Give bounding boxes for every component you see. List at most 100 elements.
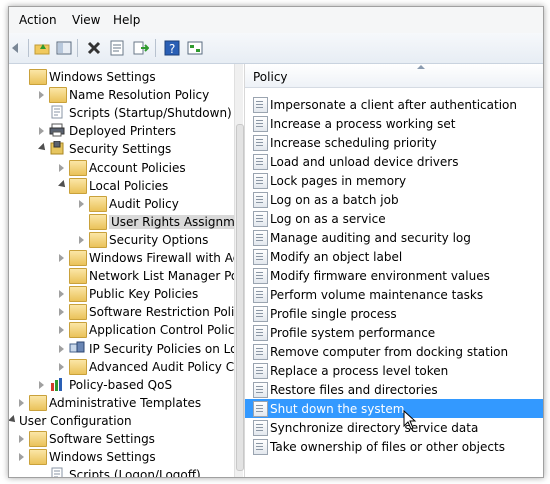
collapsed-arrow-icon[interactable] <box>59 362 64 371</box>
tree-item-label: Scripts (Logon/Logoff) <box>69 468 201 477</box>
expanded-arrow-icon[interactable] <box>9 414 18 425</box>
tree-item[interactable]: Network List Manager Polic <box>9 267 234 285</box>
tree-item[interactable]: User Configuration <box>9 412 234 430</box>
policy-row[interactable]: Restore files and directories <box>245 380 543 399</box>
collapsed-arrow-icon[interactable] <box>59 163 64 172</box>
show-hide-tree-icon[interactable] <box>56 40 72 56</box>
folder-icon <box>69 250 87 266</box>
tree-item[interactable]: IP Security Policies on Loca <box>9 340 234 358</box>
tree-item[interactable]: Scripts (Startup/Shutdown) <box>9 104 234 122</box>
tree-item-label: Deployed Printers <box>69 124 177 139</box>
tree-item[interactable]: Application Control Policies <box>9 321 234 339</box>
tree-item[interactable]: Account Policies <box>9 159 234 177</box>
policy-row[interactable]: Impersonate a client after authenticatio… <box>245 95 543 114</box>
policy-row[interactable]: Increase scheduling priority <box>245 133 543 152</box>
policy-row[interactable]: Lock pages in memory <box>245 171 543 190</box>
tree-item[interactable]: Windows Settings <box>9 68 234 86</box>
policy-name: Log on as a batch job <box>270 193 399 207</box>
export-list-icon[interactable] <box>133 40 149 56</box>
expanded-arrow-icon[interactable] <box>58 179 68 190</box>
policy-row[interactable]: Profile system performance <box>245 323 543 342</box>
collapsed-arrow-icon[interactable] <box>19 453 24 462</box>
tree-item[interactable]: Audit Policy <box>9 195 234 213</box>
help-icon[interactable]: ? <box>164 40 180 56</box>
policy-setting-icon <box>253 211 268 227</box>
console-tree-icon[interactable] <box>187 40 203 56</box>
policy-row[interactable]: Remove computer from docking station <box>245 342 543 361</box>
tree-item[interactable]: Security Options <box>9 231 234 249</box>
tree-item[interactable]: Administrative Templates <box>9 394 234 412</box>
collapsed-arrow-icon[interactable] <box>59 254 64 262</box>
folder-icon <box>69 286 87 303</box>
tree-item[interactable]: Deployed Printers <box>9 122 234 140</box>
tree-item-label: Advanced Audit Policy Con <box>89 359 235 374</box>
delete-icon[interactable] <box>86 40 102 56</box>
collapsed-arrow-icon[interactable] <box>59 290 64 299</box>
policy-row[interactable]: Modify an object label <box>245 247 543 266</box>
policy-row[interactable]: Synchronize directory service data <box>245 418 543 437</box>
tree-scrollbar[interactable] <box>234 64 244 477</box>
console-tree: Windows Settings Name Resolution Policy Sc… <box>9 64 235 477</box>
folder-icon <box>29 449 47 466</box>
tree-item[interactable]: Name Resolution Policy <box>9 86 234 104</box>
menu-view[interactable]: View <box>72 13 100 27</box>
tree-item[interactable]: User Rights Assignment <box>9 213 234 231</box>
collapsed-arrow-icon[interactable] <box>39 380 44 389</box>
policy-row[interactable]: Manage auditing and security log <box>245 228 543 247</box>
collapsed-arrow-icon[interactable] <box>59 308 64 317</box>
tree-item[interactable]: Software Restriction Policie <box>9 303 234 321</box>
policy-setting-icon <box>253 268 268 284</box>
collapsed-arrow-icon[interactable] <box>39 127 44 136</box>
tree-item[interactable]: Software Settings <box>9 430 234 448</box>
collapsed-arrow-icon[interactable] <box>19 435 24 443</box>
policy-row[interactable]: Perform volume maintenance tasks <box>245 285 543 304</box>
collapsed-arrow-icon[interactable] <box>59 344 64 353</box>
policy-row[interactable]: Modify firmware environment values <box>245 266 543 285</box>
menu-action[interactable]: Action <box>19 13 57 27</box>
tree-item[interactable]: Windows Settings <box>9 448 234 466</box>
expanded-arrow-icon[interactable] <box>38 143 48 154</box>
policy-row[interactable]: Profile single process <box>245 304 543 323</box>
collapsed-arrow-icon[interactable] <box>79 235 84 244</box>
collapsed-arrow-icon[interactable] <box>59 326 64 335</box>
tree-scrollbar-thumb[interactable] <box>236 124 244 471</box>
tree-item[interactable]: Scripts (Logon/Logoff) <box>9 466 234 477</box>
tree-item-label: Software Restriction Policie <box>89 305 235 320</box>
policy-name: Restore files and directories <box>270 383 438 397</box>
column-header-policy[interactable]: Policy <box>245 64 543 88</box>
policy-setting-icon <box>253 230 268 246</box>
tree-item-label: Software Settings <box>49 432 155 446</box>
tree-item[interactable]: Windows Firewall with Adva <box>9 249 234 267</box>
up-folder-icon[interactable] <box>34 40 50 56</box>
menu-help[interactable]: Help <box>113 13 140 27</box>
tree-item[interactable]: Public Key Policies <box>9 285 234 303</box>
tree-item-label: Scripts (Startup/Shutdown) <box>69 106 232 121</box>
collapsed-arrow-icon[interactable] <box>19 398 24 407</box>
policy-row[interactable]: Log on as a batch job <box>245 190 543 209</box>
policy-row[interactable]: Take ownership of files or other objects <box>245 437 543 456</box>
tree-item[interactable]: Local Policies <box>9 177 234 195</box>
policy-setting-icon <box>253 382 268 398</box>
policy-row[interactable]: Increase a process working set <box>245 114 543 133</box>
policy-name: Take ownership of files or other objects <box>270 440 505 454</box>
policy-row[interactable]: Replace a process level token <box>245 361 543 380</box>
toolbar-separator <box>155 39 156 57</box>
tree-item[interactable]: Policy-based QoS <box>9 376 234 394</box>
policy-setting-icon <box>253 192 268 208</box>
tree-item[interactable]: Advanced Audit Policy Con <box>9 358 234 376</box>
policy-name: Impersonate a client after authenticatio… <box>270 98 517 112</box>
folder-icon <box>69 358 87 375</box>
policy-setting-icon <box>253 154 268 170</box>
policy-row[interactable]: Load and unload device drivers <box>245 152 543 171</box>
policy-row[interactable]: Shut down the system <box>245 399 543 418</box>
policy-setting-icon <box>253 173 268 189</box>
folder-icon <box>69 159 87 176</box>
properties-icon[interactable] <box>109 40 125 56</box>
collapsed-arrow-icon[interactable] <box>79 199 84 208</box>
tree-item[interactable]: Security Settings <box>9 140 234 158</box>
tree-item-label: User Rights Assignment <box>109 214 234 229</box>
collapsed-arrow-icon[interactable] <box>39 91 44 100</box>
policy-row[interactable]: Log on as a service <box>245 209 543 228</box>
script-icon <box>49 467 65 477</box>
back-icon[interactable] <box>9 40 25 56</box>
